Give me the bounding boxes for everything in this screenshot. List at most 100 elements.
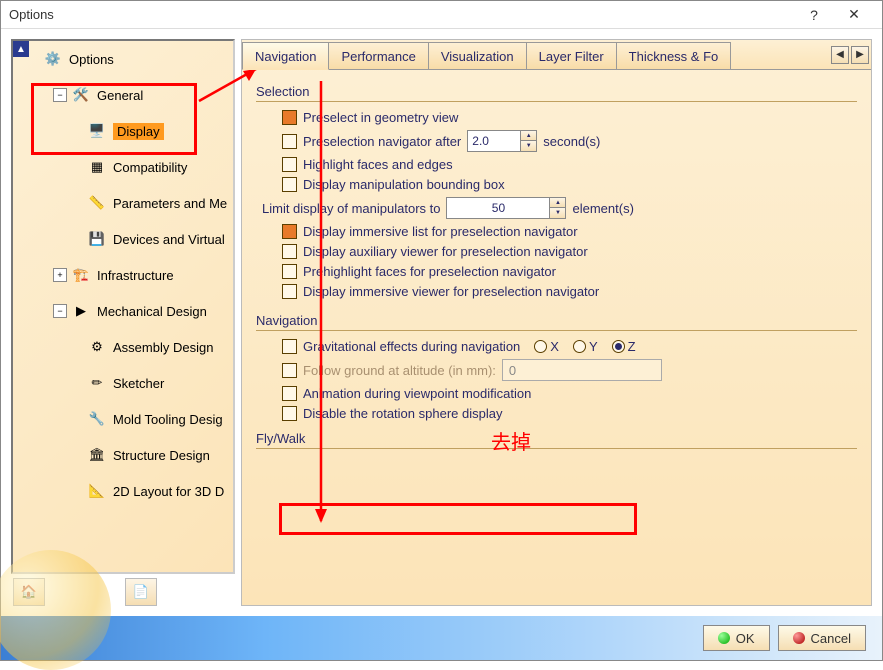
tree-structure[interactable]: 🏛 Structure Design [29,437,233,473]
tree-label: Compatibility [113,160,187,175]
input-altitude: 0 [502,359,662,381]
tree-general[interactable]: − 🛠️ General [29,77,233,113]
checkbox-manip-bbox[interactable] [282,177,297,192]
row-gravitational: Gravitational effects during navigation … [282,339,857,354]
spin-down[interactable]: ▼ [520,141,536,151]
row-prehighlight: Prehighlight faces for preselection navi… [282,264,857,279]
tree-root-label: Options [69,52,114,67]
options-tree[interactable]: ⚙️ Options − 🛠️ General 🖥️ Display ▦ [29,41,233,572]
label: second(s) [543,134,600,149]
expand-icon[interactable]: + [53,268,67,282]
tree-label: Infrastructure [97,268,174,283]
tree-root[interactable]: ⚙️ Options [29,41,233,77]
checkbox-immersive-list[interactable] [282,224,297,239]
tab-layer-filter[interactable]: Layer Filter [526,42,617,69]
radio-y[interactable]: Y [573,339,598,354]
mold-icon: 🔧 [87,410,107,428]
gear-icon: ⚙️ [43,50,63,68]
options-tree-panel: ▲ ⚙️ Options − 🛠️ General 🖥️ Display [11,39,235,606]
tab-navigation[interactable]: Navigation [242,42,329,70]
settings-panel: Navigation Performance Visualization Lay… [241,39,872,606]
assembly-icon: ⚙ [87,338,107,356]
compat-icon: ▦ [87,158,107,176]
tab-scroll-left[interactable]: ◀ [831,46,849,64]
row-presel-nav: Preselection navigator after 2.0 ▲▼ seco… [282,130,857,152]
radio-label: X [550,339,559,354]
label: Prehighlight faces for preselection navi… [303,264,556,279]
collapse-icon[interactable]: − [53,304,67,318]
collapse-icon[interactable]: − [53,88,67,102]
checkbox-highlight[interactable] [282,157,297,172]
mech-icon: ▶ [71,302,91,320]
input-limit-manip[interactable]: 50 ▲▼ [446,197,566,219]
layout-icon: 📐 [87,482,107,500]
input-presel-seconds[interactable]: 2.0 ▲▼ [467,130,537,152]
spin-down[interactable]: ▼ [549,208,565,218]
checkbox-aux-viewer[interactable] [282,244,297,259]
tree-mold[interactable]: 🔧 Mold Tooling Desig [29,401,233,437]
tree-assembly[interactable]: ⚙ Assembly Design [29,329,233,365]
label: Preselection navigator after [303,134,461,149]
cancel-label: Cancel [811,631,851,646]
tree-2dlayout[interactable]: 📐 2D Layout for 3D D [29,473,233,509]
cancel-button[interactable]: Cancel [778,625,866,651]
window-title: Options [9,7,794,22]
label: Animation during viewpoint modification [303,386,531,401]
radio-z[interactable]: Z [612,339,636,354]
radio-x[interactable]: X [534,339,559,354]
tree-label: Structure Design [113,448,210,463]
label: Limit display of manipulators to [262,201,440,216]
row-limit-manip: Limit display of manipulators to 50 ▲▼ e… [262,197,857,219]
bottom-bar: OK Cancel [1,616,882,660]
tab-visualization[interactable]: Visualization [428,42,527,69]
tree-label: 2D Layout for 3D D [113,484,224,499]
label: Highlight faces and edges [303,157,453,172]
row-manip-bbox: Display manipulation bounding box [282,177,857,192]
value: 0 [509,363,516,378]
tab-thickness[interactable]: Thickness & Fo [616,42,732,69]
radio-label: Z [628,339,636,354]
tree-label: Mechanical Design [97,304,207,319]
value: 2.0 [468,134,520,148]
tree-label: Devices and Virtual [113,232,225,247]
tree-scroll-up[interactable]: ▲ [13,41,29,57]
close-button[interactable]: ✕ [834,3,874,27]
label: element(s) [572,201,633,216]
tab-performance[interactable]: Performance [328,42,428,69]
row-preselect: Preselect in geometry view [282,110,857,125]
tree-label: Sketcher [113,376,164,391]
tree-compatibility[interactable]: ▦ Compatibility [29,149,233,185]
checkbox-immersive-viewer[interactable] [282,284,297,299]
tools-button[interactable]: 📄 [125,578,157,606]
general-icon: 🛠️ [71,86,91,104]
checkbox-prehighlight[interactable] [282,264,297,279]
tree-sketcher[interactable]: ✏ Sketcher [29,365,233,401]
spin-up[interactable]: ▲ [549,198,565,208]
checkbox-disable-sphere[interactable] [282,406,297,421]
label: Display immersive viewer for preselectio… [303,284,599,299]
help-button[interactable]: ? [794,3,834,27]
row-disable-sphere: Disable the rotation sphere display [282,406,857,421]
checkbox-presel-nav[interactable] [282,134,297,149]
tree-label: Display [113,123,164,140]
ok-button[interactable]: OK [703,625,770,651]
checkbox-follow-ground[interactable] [282,363,297,378]
structure-icon: 🏛 [87,446,107,464]
checkbox-preselect[interactable] [282,110,297,125]
row-immersive-list: Display immersive list for preselection … [282,224,857,239]
sketcher-icon: ✏ [87,374,107,392]
tree-display[interactable]: 🖥️ Display [29,113,233,149]
label: Follow ground at altitude (in mm): [303,363,496,378]
checkbox-gravitational[interactable] [282,339,297,354]
checkbox-animation[interactable] [282,386,297,401]
spin-up[interactable]: ▲ [520,131,536,141]
ok-label: OK [736,631,755,646]
label: Display auxiliary viewer for preselectio… [303,244,588,259]
infra-icon: 🏗️ [71,266,91,284]
tree-infrastructure[interactable]: + 🏗️ Infrastructure [29,257,233,293]
tree-devices[interactable]: 💾 Devices and Virtual [29,221,233,257]
tree-parameters[interactable]: 📏 Parameters and Me [29,185,233,221]
tab-scroll-right[interactable]: ▶ [851,46,869,64]
label: Disable the rotation sphere display [303,406,502,421]
tree-mechanical[interactable]: − ▶ Mechanical Design [29,293,233,329]
